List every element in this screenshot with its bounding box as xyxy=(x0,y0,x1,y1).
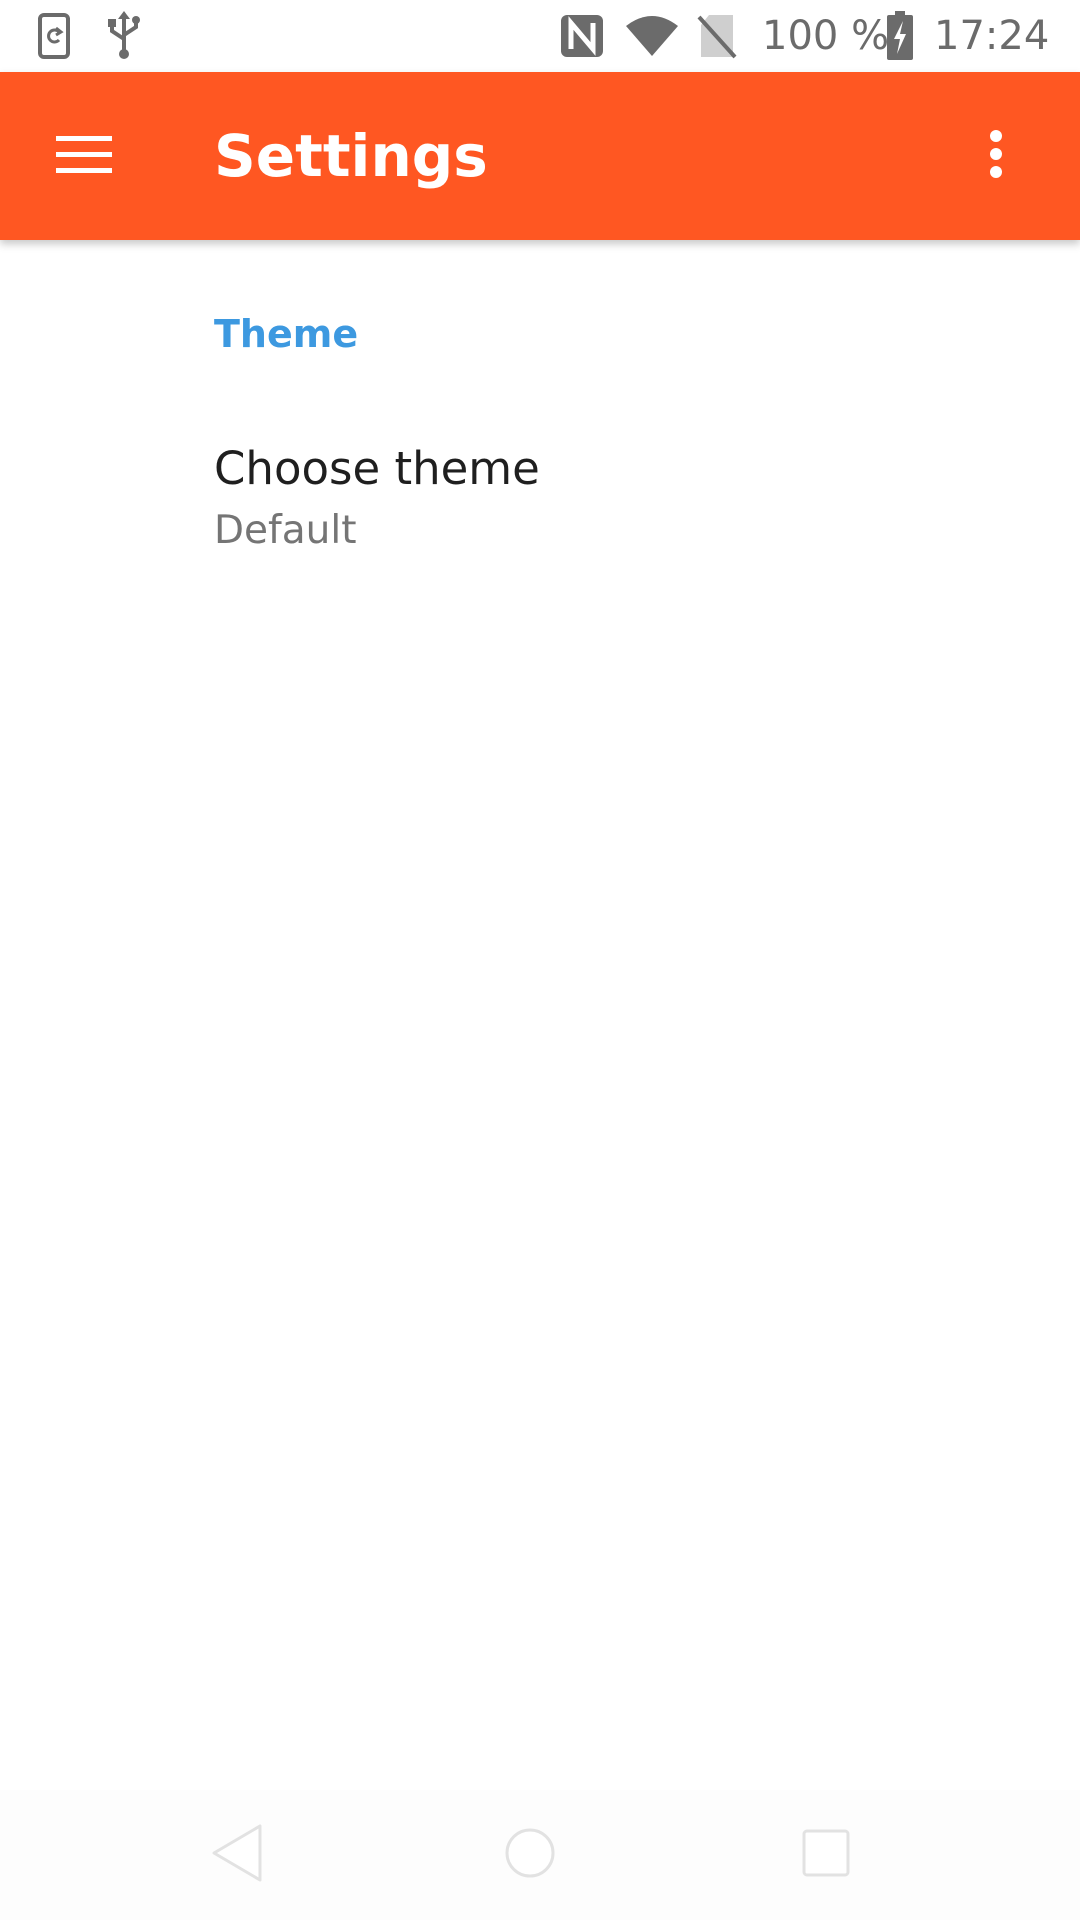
no-sim-icon xyxy=(696,0,738,72)
wifi-icon xyxy=(624,0,680,72)
status-time: 17:24 xyxy=(934,13,1050,59)
overflow-menu-button[interactable] xyxy=(942,102,1050,210)
screen-rotate-icon xyxy=(34,0,74,72)
recents-button[interactable] xyxy=(766,1790,886,1920)
hamburger-menu-icon xyxy=(56,134,112,179)
section-header-theme: Theme xyxy=(214,312,359,356)
back-icon xyxy=(208,1822,264,1889)
nfc-icon xyxy=(558,0,606,72)
preference-title: Choose theme xyxy=(214,442,540,495)
menu-button[interactable] xyxy=(30,102,138,210)
app-bar: Settings xyxy=(0,72,1080,240)
more-vert-icon xyxy=(988,129,1004,184)
back-button[interactable] xyxy=(176,1790,296,1920)
home-button[interactable] xyxy=(470,1790,590,1920)
preference-summary: Default xyxy=(214,508,357,553)
choose-theme-preference[interactable]: Choose theme Default xyxy=(0,410,1080,580)
recents-icon xyxy=(801,1828,851,1883)
usb-icon xyxy=(104,0,144,72)
home-icon xyxy=(504,1827,556,1884)
status-bar: 100 % 17:24 xyxy=(0,0,1080,72)
navigation-bar xyxy=(0,1790,1080,1920)
battery-charging-icon xyxy=(884,0,916,72)
battery-percent: 100 % xyxy=(762,13,890,59)
page-title: Settings xyxy=(214,122,488,190)
